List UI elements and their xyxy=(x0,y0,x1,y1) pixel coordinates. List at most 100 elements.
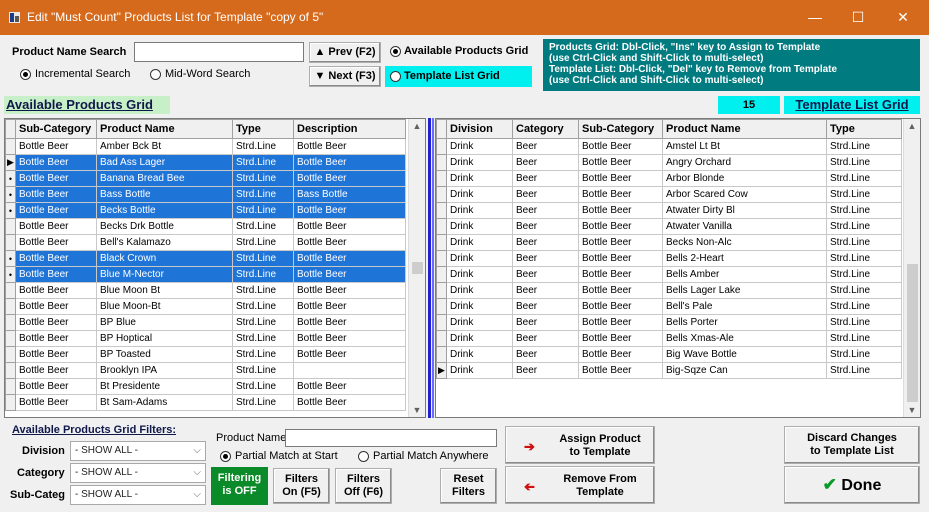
table-cell[interactable]: Drink xyxy=(446,154,513,171)
table-row[interactable]: Bottle Beer BP Hoptical Strd.Line Bottle Be… xyxy=(5,330,406,347)
table-cell[interactable]: Bottle Beer xyxy=(293,250,406,267)
table-cell[interactable]: Bottle Beer xyxy=(293,394,406,411)
table-cell[interactable]: Bottle Beer xyxy=(15,138,97,155)
table-row[interactable]: • Bottle Beer Banana Bread Bee Strd.Line Bot… xyxy=(5,170,406,187)
table-cell[interactable]: Beer xyxy=(512,250,579,267)
table-cell[interactable]: BP Hoptical xyxy=(96,330,233,347)
row-indicator[interactable] xyxy=(436,202,447,219)
table-cell[interactable]: Bottle Beer xyxy=(293,346,406,363)
template-grid-radio[interactable] xyxy=(390,71,401,82)
row-indicator[interactable] xyxy=(5,298,16,315)
table-cell[interactable]: Strd.Line xyxy=(826,346,902,363)
table-cell[interactable]: Strd.Line xyxy=(232,202,294,219)
table-cell[interactable]: Strd.Line xyxy=(826,298,902,315)
table-cell[interactable]: Beer xyxy=(512,138,579,155)
table-cell[interactable]: Banana Bread Bee xyxy=(96,170,233,187)
table-cell[interactable]: Bottle Beer xyxy=(578,298,663,315)
table-cell[interactable]: Strd.Line xyxy=(232,378,294,395)
maximize-button[interactable]: ☐ xyxy=(838,4,878,31)
row-indicator[interactable] xyxy=(5,234,16,251)
table-cell[interactable]: Bottle Beer xyxy=(293,154,406,171)
table-cell[interactable]: Drink xyxy=(446,170,513,187)
row-indicator[interactable] xyxy=(436,138,447,155)
table-row[interactable]: • Bottle Beer Black Crown Strd.Line Bottle B… xyxy=(5,250,406,267)
table-cell[interactable]: Bell's Pale xyxy=(662,298,827,315)
table-cell[interactable]: Beer xyxy=(512,154,579,171)
table-cell[interactable]: Bottle Beer xyxy=(293,282,406,299)
table-cell[interactable]: Becks Drk Bottle xyxy=(96,218,233,235)
table-row[interactable]: • Bottle Beer Blue M-Nector Strd.Line Bottle… xyxy=(5,266,406,283)
table-row[interactable]: Drink Beer Bottle Beer Bells Porter Strd.Lin… xyxy=(436,314,902,331)
table-cell[interactable]: Drink xyxy=(446,186,513,203)
table-cell[interactable]: Strd.Line xyxy=(826,154,902,171)
row-indicator[interactable] xyxy=(5,346,16,363)
table-cell[interactable]: Bad Ass Lager xyxy=(96,154,233,171)
table-cell[interactable]: Blue Moon-Bt xyxy=(96,298,233,315)
table-cell[interactable]: Bottle Beer xyxy=(293,138,406,155)
row-indicator[interactable] xyxy=(5,330,16,347)
table-row[interactable]: Drink Beer Bottle Beer Bells 2-Heart Strd.Li… xyxy=(436,250,902,267)
table-cell[interactable]: Beer xyxy=(512,218,579,235)
table-cell[interactable]: Beer xyxy=(512,170,579,187)
table-row[interactable]: Drink Beer Bottle Beer Bells Amber Strd.Line xyxy=(436,266,902,283)
row-indicator[interactable] xyxy=(436,346,447,363)
row-indicator[interactable] xyxy=(436,314,447,331)
table-row[interactable]: Drink Beer Bottle Beer Arbor Scared Cow Strd… xyxy=(436,186,902,203)
row-indicator[interactable] xyxy=(5,378,16,395)
table-row[interactable]: Drink Beer Bottle Beer Bells Lager Lake Strd… xyxy=(436,282,902,299)
table-cell[interactable]: Strd.Line xyxy=(232,330,294,347)
table-cell[interactable]: Bt Sam-Adams xyxy=(96,394,233,411)
row-indicator[interactable] xyxy=(5,362,16,379)
column-header[interactable]: Category xyxy=(512,119,579,139)
table-row[interactable]: • Bottle Beer Becks Bottle Strd.Line Bottle … xyxy=(5,202,406,219)
table-cell[interactable]: Strd.Line xyxy=(826,186,902,203)
table-row[interactable]: Bottle Beer BP Toasted Strd.Line Bottle Bee… xyxy=(5,346,406,363)
table-cell[interactable]: Strd.Line xyxy=(232,314,294,331)
table-row[interactable]: Bottle Beer Amber Bck Bt Strd.Line Bottle B… xyxy=(5,138,406,155)
table-cell[interactable]: Drink xyxy=(446,218,513,235)
scroll-thumb[interactable] xyxy=(907,264,918,402)
table-cell[interactable]: Beer xyxy=(512,202,579,219)
table-cell[interactable]: Drink xyxy=(446,314,513,331)
table-cell[interactable]: Bottle Beer xyxy=(15,394,97,411)
table-cell[interactable]: Beer xyxy=(512,330,579,347)
table-cell[interactable]: Bottle Beer xyxy=(15,202,97,219)
column-header[interactable]: Product Name xyxy=(96,119,233,139)
table-cell[interactable]: Blue M-Nector xyxy=(96,266,233,283)
scroll-up-icon[interactable]: ▲ xyxy=(409,121,425,131)
table-cell[interactable]: Becks Bottle xyxy=(96,202,233,219)
table-cell[interactable]: Bottle Beer xyxy=(293,330,406,347)
table-row[interactable]: ▶ Drink Beer Bottle Beer Big-Sqze Can Strd.Li… xyxy=(436,362,902,379)
table-cell[interactable]: Bottle Beer xyxy=(578,154,663,171)
assign-product-button[interactable]: ➔ Assign Product to Template xyxy=(505,426,655,464)
table-cell[interactable]: BP Toasted xyxy=(96,346,233,363)
table-row[interactable]: Drink Beer Bottle Beer Becks Non-Alc Strd.Li… xyxy=(436,234,902,251)
row-indicator[interactable] xyxy=(5,138,16,155)
column-header[interactable]: Type xyxy=(826,119,902,139)
table-cell[interactable]: Drink xyxy=(446,202,513,219)
row-indicator[interactable] xyxy=(436,282,447,299)
table-cell[interactable]: Bottle Beer xyxy=(293,234,406,251)
table-cell[interactable]: Beer xyxy=(512,186,579,203)
table-cell[interactable]: Atwater Vanilla xyxy=(662,218,827,235)
row-indicator[interactable] xyxy=(436,234,447,251)
table-cell[interactable]: Beer xyxy=(512,298,579,315)
table-cell[interactable]: Strd.Line xyxy=(826,218,902,235)
table-cell[interactable]: Strd.Line xyxy=(826,234,902,251)
table-cell[interactable]: Bottle Beer xyxy=(578,186,663,203)
table-cell[interactable]: Beer xyxy=(512,282,579,299)
table-cell[interactable]: Bass Bottle xyxy=(293,186,406,203)
table-cell[interactable]: Bells Lager Lake xyxy=(662,282,827,299)
table-cell[interactable]: Bottle Beer xyxy=(15,298,97,315)
table-cell[interactable]: Strd.Line xyxy=(826,314,902,331)
table-cell[interactable]: Bottle Beer xyxy=(578,346,663,363)
column-header[interactable]: Type xyxy=(232,119,294,139)
division-select[interactable]: - SHOW ALL - ⌵ xyxy=(70,441,206,461)
table-cell[interactable]: BP Blue xyxy=(96,314,233,331)
column-header[interactable]: Division xyxy=(446,119,513,139)
table-cell[interactable]: Strd.Line xyxy=(232,234,294,251)
available-grid-option[interactable]: Available Products Grid xyxy=(385,41,532,62)
table-row[interactable]: Bottle Beer Blue Moon-Bt Strd.Line Bottle B… xyxy=(5,298,406,315)
column-header[interactable]: Sub-Category xyxy=(578,119,663,139)
table-cell[interactable]: Amber Bck Bt xyxy=(96,138,233,155)
